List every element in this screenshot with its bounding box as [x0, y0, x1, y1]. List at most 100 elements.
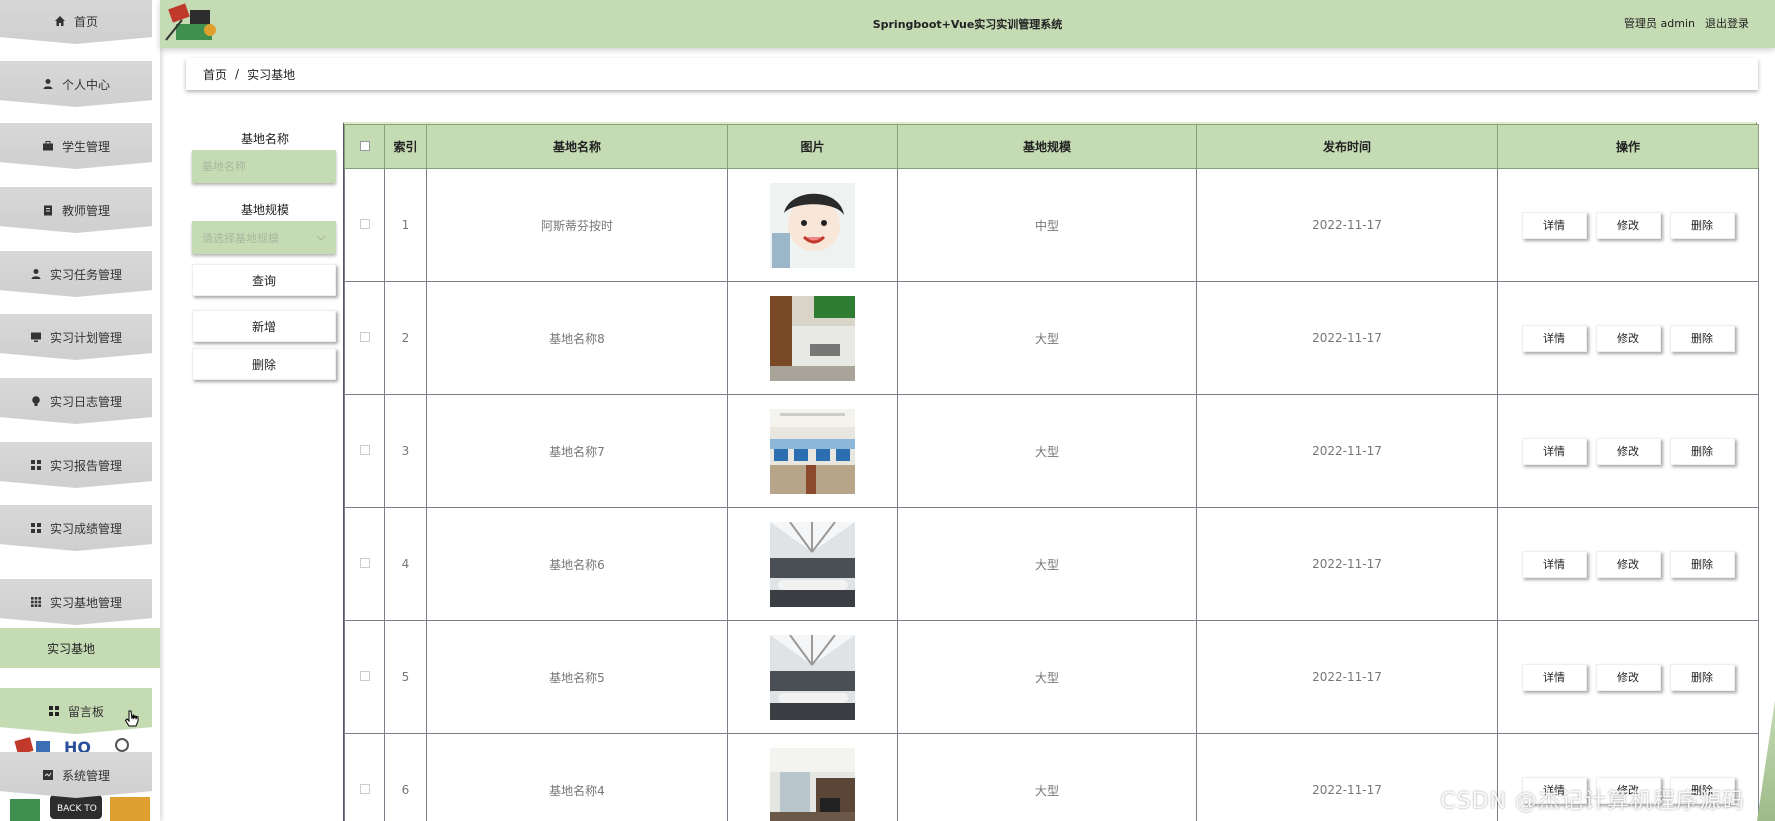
top-header: Springboot+Vue实习实训管理系统 管理员 admin 退出登录 — [160, 0, 1775, 48]
sidebar-item-logs[interactable]: 实习日志管理 — [0, 378, 152, 424]
row-scale: 大型 — [897, 281, 1197, 395]
row-name: 阿斯蒂芬按时 — [426, 168, 728, 282]
row-scale: 中型 — [897, 168, 1197, 282]
row-index: 3 — [384, 394, 427, 508]
user-area: 管理员 admin 退出登录 — [1624, 15, 1749, 31]
row-delete-button[interactable]: 删除 — [1669, 437, 1735, 465]
logout-link[interactable]: 退出登录 — [1705, 15, 1749, 31]
edit-button[interactable]: 修改 — [1595, 663, 1661, 691]
row-checkbox[interactable] — [359, 784, 370, 794]
select-all-checkbox[interactable] — [359, 140, 370, 151]
sidebar-item-system[interactable]: 系统管理 — [0, 752, 152, 798]
sidebar-item-label: 个人中心 — [61, 77, 110, 92]
detail-button[interactable]: 详情 — [1521, 663, 1587, 691]
select-all-cell[interactable] — [344, 124, 385, 169]
row-checkbox[interactable] — [359, 558, 370, 568]
corner-decoration — [1757, 700, 1775, 821]
breadcrumb-current: 实习基地 — [247, 67, 296, 82]
row-name: 基地名称8 — [426, 281, 728, 395]
scale-select-placeholder: 请选择基地规模 — [202, 231, 279, 245]
base-image — [770, 747, 855, 821]
row-index: 5 — [384, 620, 427, 734]
row-index: 2 — [384, 281, 427, 395]
sidebar-item-students[interactable]: 学生管理 — [0, 123, 152, 169]
edit-button[interactable]: 修改 — [1595, 437, 1661, 465]
column-header: 操作 — [1497, 124, 1759, 169]
base-image — [770, 408, 855, 494]
detail-button[interactable]: 详情 — [1521, 324, 1587, 352]
sidebar-item-label: 实习任务管理 — [49, 267, 122, 282]
base-image — [770, 521, 855, 607]
sidebar-item-profile[interactable]: 个人中心 — [0, 61, 152, 107]
table-row: 4 基地名称6 大型 2022-11-17 详情 修改 删除 — [344, 507, 1759, 621]
sidebar-item-teachers[interactable]: 教师管理 — [0, 187, 152, 233]
sidebar-item-grades[interactable]: 实习成绩管理 — [0, 505, 152, 551]
add-button[interactable]: 新增 — [192, 310, 336, 342]
data-table-wrapper: 索引 基地名称 图片 基地规模 发布时间 操作 1 阿斯蒂芬按时 中型 2022… — [343, 122, 1759, 821]
data-table: 索引 基地名称 图片 基地规模 发布时间 操作 1 阿斯蒂芬按时 中型 2022… — [344, 124, 1759, 821]
sidebar-item-label: 系统管理 — [61, 768, 110, 783]
row-date: 2022-11-17 — [1196, 733, 1498, 821]
sidebar-item-plans[interactable]: 实习计划管理 — [0, 314, 152, 360]
row-delete-button[interactable]: 删除 — [1669, 324, 1735, 352]
name-label: 基地名称 — [240, 132, 289, 146]
svg-text:BACK TO: BACK TO — [57, 804, 97, 814]
row-name: 基地名称7 — [426, 394, 728, 508]
sidebar-item-home[interactable]: 首页 — [0, 0, 152, 44]
sidebar-item-label: 学生管理 — [61, 139, 110, 154]
base-image — [770, 634, 855, 720]
row-delete-button[interactable]: 删除 — [1669, 776, 1735, 804]
grid-icon — [48, 705, 60, 717]
sidebar-item-reports[interactable]: 实习报告管理 — [0, 442, 152, 488]
row-delete-button[interactable]: 删除 — [1669, 663, 1735, 691]
sidebar-item-label: 教师管理 — [61, 203, 110, 218]
breadcrumb-home[interactable]: 首页 — [203, 66, 227, 83]
user-label: 管理员 admin — [1624, 17, 1695, 30]
row-scale: 大型 — [897, 620, 1197, 734]
row-checkbox[interactable] — [359, 445, 370, 455]
detail-button[interactable]: 详情 — [1521, 211, 1587, 239]
row-delete-button[interactable]: 删除 — [1669, 211, 1735, 239]
column-header: 发布时间 — [1196, 124, 1498, 169]
sidebar-subitem-bases[interactable]: 实习基地 — [0, 628, 160, 668]
edit-button[interactable]: 修改 — [1595, 324, 1661, 352]
table-row: 6 基地名称4 大型 2022-11-17 详情 修改 删除 — [344, 733, 1759, 821]
row-name: 基地名称5 — [426, 620, 728, 734]
row-checkbox[interactable] — [359, 671, 370, 681]
row-delete-button[interactable]: 删除 — [1669, 550, 1735, 578]
row-checkbox[interactable] — [359, 219, 370, 229]
sidebar-item-bases[interactable]: 实习基地管理 — [0, 579, 152, 625]
detail-button[interactable]: 详情 — [1521, 550, 1587, 578]
pointer-cursor-icon — [124, 710, 139, 727]
sidebar-item-label: 首页 — [73, 14, 98, 29]
row-scale: 大型 — [897, 733, 1197, 821]
query-button[interactable]: 查询 — [192, 264, 336, 296]
edit-button[interactable]: 修改 — [1595, 776, 1661, 804]
column-header: 图片 — [727, 124, 898, 169]
sidebar-item-label: 留言板 — [67, 704, 104, 719]
row-date: 2022-11-17 — [1196, 620, 1498, 734]
user-icon — [30, 268, 42, 280]
grid-icon — [30, 459, 42, 471]
column-header: 基地规模 — [897, 124, 1197, 169]
edit-button[interactable]: 修改 — [1595, 211, 1661, 239]
sidebar-item-tasks[interactable]: 实习任务管理 — [0, 251, 152, 297]
edit-button[interactable]: 修改 — [1595, 550, 1661, 578]
column-header: 索引 — [384, 124, 427, 169]
detail-button[interactable]: 详情 — [1521, 776, 1587, 804]
chevron-down-icon — [316, 235, 326, 241]
sidebar: 首页 个人中心 学生管理 教师管理 实习任务管理 实习计划管理 实习日志管理 实… — [0, 0, 160, 821]
row-date: 2022-11-17 — [1196, 507, 1498, 621]
sidebar-subitem-label: 实习基地 — [47, 641, 96, 656]
base-image — [770, 295, 855, 381]
scale-select[interactable]: 请选择基地规模 — [192, 221, 336, 254]
app-title: Springboot+Vue实习实训管理系统 — [872, 18, 1063, 31]
row-checkbox[interactable] — [359, 332, 370, 342]
row-index: 4 — [384, 507, 427, 621]
delete-button[interactable]: 删除 — [192, 348, 336, 380]
row-scale: 大型 — [897, 394, 1197, 508]
user-icon — [42, 78, 54, 90]
detail-button[interactable]: 详情 — [1521, 437, 1587, 465]
name-search-input[interactable] — [192, 150, 336, 183]
row-scale: 大型 — [897, 507, 1197, 621]
